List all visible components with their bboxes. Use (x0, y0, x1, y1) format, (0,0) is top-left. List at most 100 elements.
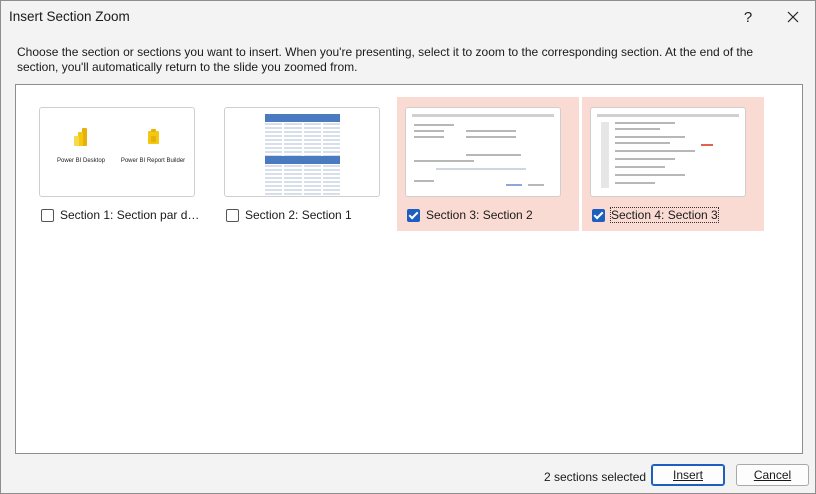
thumb-line (615, 158, 675, 160)
mini-table-cell (265, 177, 283, 179)
mini-table-cell (265, 151, 283, 153)
mini-table-cell (303, 181, 321, 183)
section-1-label[interactable]: Section 1: Section par dé… (60, 208, 205, 222)
thumb-line (701, 144, 713, 146)
mini-table-cell (265, 169, 283, 171)
section-3-checkbox[interactable] (407, 209, 420, 222)
mini-table-row (265, 147, 340, 150)
mini-table-row (265, 127, 340, 130)
section-thumbnail: Power BI Desktop Power BI Report Builder (39, 107, 195, 197)
selection-status: 2 sections selected (544, 470, 647, 484)
mini-table-cell (284, 169, 302, 171)
section-4-checkbox[interactable] (592, 209, 605, 222)
close-button[interactable] (779, 5, 807, 29)
thumb-line (414, 180, 434, 182)
mini-table-row (265, 193, 340, 196)
mini-table-row (265, 151, 340, 154)
mini-table-cell (322, 193, 340, 195)
mini-table-cell (284, 177, 302, 179)
help-button[interactable]: ? (734, 5, 762, 29)
mini-table-header (265, 114, 340, 122)
mini-table-cell (284, 181, 302, 183)
mini-table-cell (322, 173, 340, 175)
mini-table-row (265, 165, 340, 168)
mini-table-cell (322, 185, 340, 187)
thumb-line (414, 124, 454, 126)
thumb-line (414, 130, 444, 132)
mini-table-cell (303, 185, 321, 187)
mini-table-cell (265, 173, 283, 175)
section-2-checkbox[interactable] (226, 209, 239, 222)
section-tile-2[interactable]: Section 2: Section 1 (216, 97, 398, 231)
section-3-label[interactable]: Section 3: Section 2 (426, 208, 571, 222)
mini-table-cell (284, 127, 302, 129)
insert-section-zoom-dialog: Insert Section Zoom ? Choose the section… (0, 0, 816, 494)
thumb-line (615, 150, 695, 152)
mini-table-cell (303, 165, 321, 167)
thumb-line (528, 184, 544, 186)
mini-table-cell (284, 135, 302, 137)
mini-table-cell (322, 151, 340, 153)
thumb-window-bar (597, 114, 739, 117)
powerbi-logo-icon (74, 128, 87, 146)
mini-table-cell (303, 127, 321, 129)
mini-table-cell (322, 123, 340, 125)
thumb-line (615, 136, 685, 138)
section-thumbnail (224, 107, 380, 197)
mini-table-row (265, 181, 340, 184)
section-tile-1[interactable]: Power BI Desktop Power BI Report Builder… (31, 97, 213, 231)
mini-table-cell (303, 189, 321, 191)
mini-table-row (265, 135, 340, 138)
section-4-label[interactable]: Section 4: Section 3 (610, 207, 719, 223)
thumb-line (436, 168, 526, 170)
mini-table-cell (265, 185, 283, 187)
mini-table-cell (265, 123, 283, 125)
thumb-line (615, 166, 665, 168)
mini-table-cell (265, 143, 283, 145)
mini-table-row (265, 185, 340, 188)
mini-table-cell (303, 139, 321, 141)
mini-table-cell (265, 189, 283, 191)
thumb-line (615, 128, 660, 130)
mini-table-row (265, 131, 340, 134)
section-2-label[interactable]: Section 2: Section 1 (245, 208, 390, 222)
title-bar: Insert Section Zoom ? (1, 1, 815, 33)
mini-table-cell (284, 185, 302, 187)
thumb-line (414, 160, 474, 162)
mini-table-cell (265, 139, 283, 141)
report-builder-logo-icon (148, 129, 159, 144)
mini-table-cell (303, 147, 321, 149)
mini-table-cell (322, 169, 340, 171)
section-1-checkbox[interactable] (41, 209, 54, 222)
mini-table-row (265, 177, 340, 180)
mini-table-cell (303, 135, 321, 137)
mini-table-header (265, 156, 340, 164)
report-builder-title: Power BI Report Builder (120, 158, 186, 164)
mini-table-cell (322, 131, 340, 133)
mini-table-cell (284, 189, 302, 191)
section-thumbnail (405, 107, 561, 197)
insert-button-label: Insert (672, 468, 703, 482)
thumb-sidebar (601, 122, 609, 188)
section-thumbnail (590, 107, 746, 197)
thumb-line (615, 122, 675, 124)
cancel-button[interactable]: Cancel (736, 464, 809, 486)
thumb-window-bar (412, 114, 554, 117)
thumb-line (414, 136, 444, 138)
mini-table-cell (322, 189, 340, 191)
mini-table-top (265, 114, 340, 159)
section-tile-3[interactable]: Section 3: Section 2 (397, 97, 579, 231)
mini-table-cell (265, 135, 283, 137)
mini-table-cell (265, 127, 283, 129)
sections-list[interactable]: Power BI Desktop Power BI Report Builder… (15, 84, 803, 454)
close-icon (787, 11, 799, 23)
powerbi-report-builder-card: Power BI Report Builder (118, 126, 188, 182)
mini-table-row (265, 123, 340, 126)
mini-table-bottom (265, 156, 340, 196)
powerbi-desktop-title: Power BI Desktop (56, 158, 106, 164)
section-tile-4[interactable]: Section 4: Section 3 (582, 97, 764, 231)
mini-table-cell (303, 173, 321, 175)
mini-table-cell (265, 181, 283, 183)
insert-button[interactable]: Insert (651, 464, 725, 486)
mini-table-cell (265, 193, 283, 195)
